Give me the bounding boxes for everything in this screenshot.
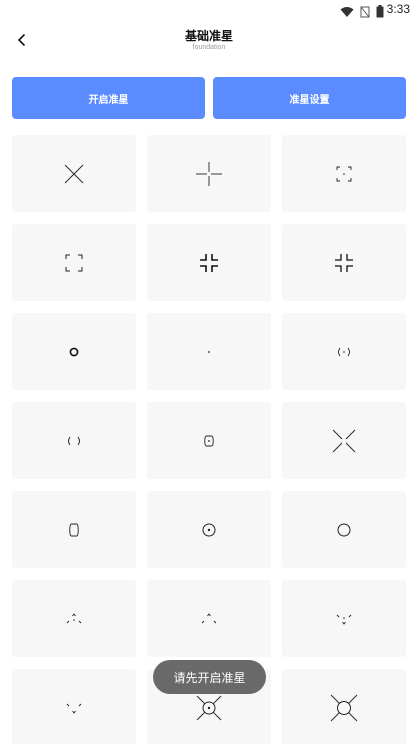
crosshair-option[interactable] [147, 313, 271, 390]
thin-circle-crosshair-icon [337, 523, 351, 536]
wifi-icon [340, 3, 354, 22]
parentheses-dot-crosshair-icon [338, 347, 350, 356]
chevron-down-dot-crosshair-icon [336, 614, 352, 625]
vertical-brackets-crosshair-icon [69, 523, 79, 536]
dot-crosshair-icon [208, 350, 210, 353]
navigation-bar: 基础准星 foundation [0, 22, 418, 62]
signal-off-icon [360, 3, 370, 22]
crosshair-option[interactable] [12, 580, 136, 657]
crosshair-option[interactable] [12, 491, 136, 568]
battery-icon [376, 3, 384, 22]
bracket-dot-crosshair-icon [204, 435, 214, 446]
crosshair-settings-button[interactable]: 准星设置 [213, 77, 406, 119]
crosshair-option[interactable] [282, 135, 406, 212]
crosshair-option[interactable] [147, 491, 271, 568]
page-title: 基础准星 [184, 29, 233, 43]
crosshair-option[interactable] [282, 580, 406, 657]
diagonal-cross-crosshair-icon [64, 164, 84, 183]
crosshair-option[interactable] [282, 224, 406, 301]
corner-brackets-crosshair-icon [65, 254, 83, 271]
crosshair-option[interactable] [12, 135, 136, 212]
crosshair-option[interactable] [12, 669, 136, 744]
inward-corners-crosshair-icon [335, 253, 353, 272]
crosshair-option[interactable] [12, 224, 136, 301]
toast-message: 请先开启准星 [153, 660, 266, 694]
crosshair-option[interactable] [282, 491, 406, 568]
x-circle-crosshair-icon [330, 694, 358, 721]
chevron-up-dot-crosshair-icon [66, 612, 82, 623]
small-corner-brackets-dot-crosshair-icon [336, 166, 352, 181]
chevron-up-crosshair-icon [201, 612, 217, 623]
crosshair-option[interactable] [147, 224, 271, 301]
crosshair-option[interactable] [282, 402, 406, 479]
crosshair-option[interactable] [147, 580, 271, 657]
status-bar: 3:33 [0, 0, 418, 20]
crosshair-option[interactable] [12, 402, 136, 479]
crosshair-option[interactable] [282, 669, 406, 744]
inward-corners-bold-crosshair-icon [200, 253, 218, 272]
plus-crosshair-icon [196, 161, 222, 186]
crosshair-option[interactable] [282, 313, 406, 390]
page-subtitle: foundation [192, 44, 226, 51]
crosshair-option[interactable] [12, 313, 136, 390]
crosshair-grid [12, 135, 408, 744]
crosshair-option[interactable] [147, 135, 271, 212]
chevron-down-crosshair-icon [66, 703, 82, 714]
open-crosshair-button[interactable]: 开启准星 [12, 77, 205, 119]
x-gap-crosshair-icon [332, 429, 356, 452]
circle-dot-crosshair-icon [202, 523, 216, 536]
crosshair-option[interactable] [147, 402, 271, 479]
circle-crosshair-icon [69, 347, 79, 356]
parentheses-crosshair-icon [68, 436, 80, 445]
status-time: 3:33 [386, 2, 410, 16]
